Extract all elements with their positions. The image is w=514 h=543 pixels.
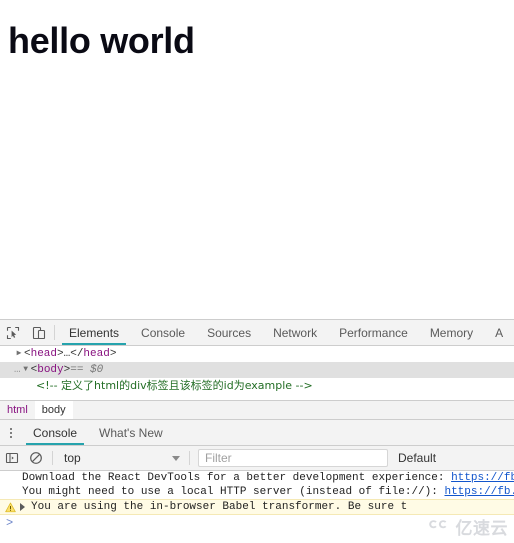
more-options-icon[interactable] bbox=[0, 420, 22, 445]
inspect-element-icon[interactable] bbox=[0, 320, 26, 345]
console-message-info-2-link[interactable]: https://fb. bbox=[444, 486, 514, 498]
console-sidebar-icon[interactable] bbox=[0, 451, 24, 465]
prompt-chevron-icon: > bbox=[6, 516, 14, 530]
tree-row-body[interactable]: … ▼ <body> == $0 bbox=[0, 362, 514, 378]
execution-context-value: top bbox=[64, 451, 81, 465]
breadcrumb-item-html[interactable]: html bbox=[0, 401, 35, 419]
console-toolbar-divider bbox=[52, 451, 53, 465]
tab-sources[interactable]: Sources bbox=[196, 320, 262, 345]
execution-context-select[interactable]: top bbox=[57, 449, 185, 468]
console-message-info-2-body: You might need to use a local HTTP serve… bbox=[22, 486, 445, 498]
expand-triangle-icon[interactable]: ▶ bbox=[14, 346, 24, 362]
tab-memory[interactable]: Memory bbox=[419, 320, 484, 345]
breadcrumb-item-html-label: html bbox=[7, 404, 28, 416]
collapse-triangle-icon[interactable]: ▼ bbox=[21, 362, 31, 378]
warning-triangle-icon bbox=[5, 502, 16, 513]
tree-row-head-markup: <head>…</head> bbox=[24, 348, 117, 360]
filter-input[interactable]: Filter bbox=[198, 449, 388, 467]
tab-network-label: Network bbox=[273, 325, 318, 340]
drawer-tab-whats-new-label: What's New bbox=[99, 425, 163, 440]
devtools-tab-bar: Elements Console Sources Network Perform… bbox=[0, 320, 514, 346]
html-comment-text: <!-- 定义了html的div标签且该标签的id为example --> bbox=[36, 379, 313, 392]
expand-triangle-icon[interactable] bbox=[20, 503, 25, 511]
breadcrumb: html body bbox=[0, 400, 514, 419]
log-levels-select[interactable]: Default bbox=[398, 451, 436, 465]
filter-input-placeholder: Filter bbox=[205, 451, 232, 465]
console-message-info-1-body: Download the React DevTools for a better… bbox=[22, 472, 452, 484]
console-message-info-2-text: You might need to use a local HTTP serve… bbox=[22, 485, 514, 499]
tab-memory-label: Memory bbox=[429, 325, 474, 340]
console-message-warning[interactable]: You are using the in-browser Babel trans… bbox=[0, 499, 514, 515]
devtools-panel: Elements Console Sources Network Perform… bbox=[0, 319, 514, 543]
drawer-tab-bar: Console What's New bbox=[0, 420, 514, 446]
log-levels-value: Default bbox=[398, 451, 437, 465]
page-title: hello world bbox=[8, 20, 195, 61]
tab-elements[interactable]: Elements bbox=[58, 320, 130, 345]
console-message-warning-text: You are using the in-browser Babel trans… bbox=[31, 501, 408, 513]
console-toolbar: top Filter Default bbox=[0, 446, 514, 471]
tree-row-comment[interactable]: <!-- 定义了html的div标签且该标签的id为example --> bbox=[0, 378, 514, 394]
page-viewport: hello world bbox=[0, 0, 514, 319]
toolbar-divider bbox=[54, 325, 55, 340]
tree-overflow-ellipsis: … bbox=[14, 364, 21, 376]
tree-row-body-markup: <body> bbox=[30, 364, 71, 376]
tab-application-label: A bbox=[495, 325, 504, 340]
elements-tree[interactable]: ▶ <head>…</head> … ▼ <body> == $0 <!-- 定… bbox=[0, 346, 514, 400]
console-prompt[interactable]: > bbox=[0, 515, 514, 531]
tab-performance[interactable]: Performance bbox=[328, 320, 419, 345]
console-message-info-1-link[interactable]: https://fb bbox=[451, 472, 514, 484]
drawer-tab-console[interactable]: Console bbox=[22, 420, 88, 445]
console-toolbar-divider-2 bbox=[189, 451, 190, 465]
breadcrumb-item-body[interactable]: body bbox=[34, 401, 73, 419]
clear-console-icon[interactable] bbox=[24, 451, 48, 465]
devtools-drawer: Console What's New top Filter Default Do… bbox=[0, 419, 514, 536]
tree-row-head[interactable]: ▶ <head>…</head> bbox=[0, 346, 514, 362]
tab-elements-label: Elements bbox=[69, 325, 120, 340]
console-messages[interactable]: Download the React DevTools for a better… bbox=[0, 471, 514, 536]
tab-console[interactable]: Console bbox=[130, 320, 196, 345]
console-message-info-2[interactable]: You might need to use a local HTTP serve… bbox=[0, 485, 514, 499]
tab-sources-label: Sources bbox=[207, 325, 252, 340]
tab-console-label: Console bbox=[141, 325, 186, 340]
device-toolbar-icon[interactable] bbox=[26, 320, 52, 345]
tab-performance-label: Performance bbox=[339, 325, 408, 340]
tab-network[interactable]: Network bbox=[262, 320, 328, 345]
console-message-info-1[interactable]: Download the React DevTools for a better… bbox=[0, 471, 514, 485]
selected-node-ref: == $0 bbox=[70, 364, 104, 376]
drawer-tab-console-label: Console bbox=[33, 425, 78, 440]
tab-application[interactable]: A bbox=[484, 320, 514, 345]
drawer-tab-whats-new[interactable]: What's New bbox=[88, 420, 174, 445]
breadcrumb-item-body-label: body bbox=[41, 404, 66, 416]
chevron-down-icon bbox=[172, 455, 180, 461]
console-message-info-1-text: Download the React DevTools for a better… bbox=[22, 471, 514, 485]
